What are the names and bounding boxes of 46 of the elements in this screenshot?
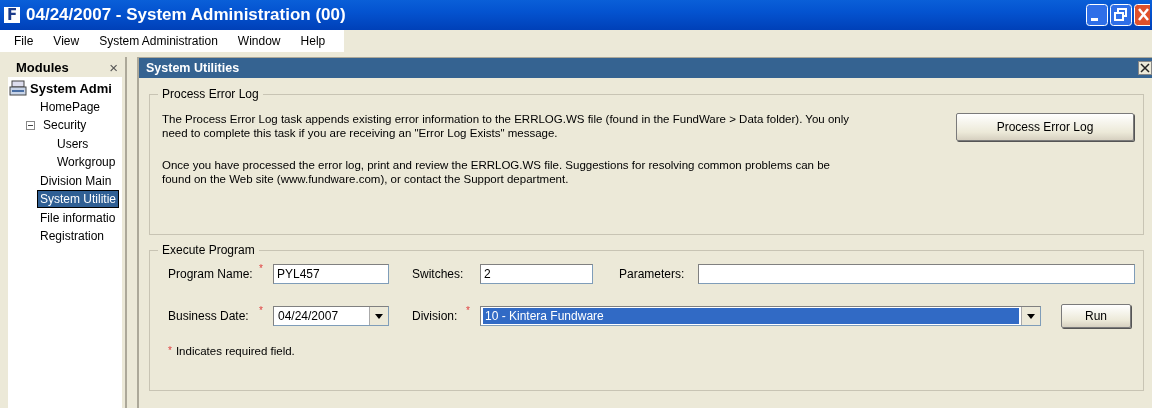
close-icon[interactable] bbox=[1138, 61, 1152, 75]
required-mark: * bbox=[168, 345, 172, 357]
required-mark: * bbox=[466, 305, 471, 317]
minimize-icon[interactable] bbox=[1086, 4, 1108, 26]
group-title: Execute Program bbox=[161, 243, 256, 257]
collapse-icon[interactable] bbox=[26, 120, 35, 130]
tree-item[interactable]: Division Main bbox=[38, 172, 114, 189]
window-title: 04/24/2007 - System Administration (00) bbox=[26, 5, 347, 25]
tree-item[interactable]: Registration bbox=[38, 228, 107, 245]
menu-item[interactable]: View bbox=[43, 34, 90, 48]
required-mark: * bbox=[259, 263, 264, 275]
tree-item[interactable]: File informatio bbox=[38, 209, 118, 226]
tree-item[interactable]: Security bbox=[41, 117, 89, 134]
pane-title: System Utilities bbox=[146, 61, 240, 75]
app-logo: F bbox=[4, 7, 20, 23]
tree-item[interactable]: Workgroup bbox=[55, 154, 118, 171]
field-label: Switches: bbox=[412, 267, 465, 281]
dropdown-arrow-icon bbox=[1027, 313, 1035, 319]
description-text: The Process Error Log task appends existing error information to the ERRLOG.WS file (found in the FundWare > Data folder). You only need to complete this task if you are receiving an "Error Log Exists" message. bbox=[162, 112, 851, 140]
tree-item[interactable]: System Utilitie bbox=[38, 191, 118, 208]
text-field[interactable]: 2 bbox=[480, 264, 593, 284]
menu-item[interactable]: Help bbox=[290, 34, 336, 48]
panel-title: Modules bbox=[16, 59, 69, 75]
process-error-log-button[interactable]: Process Error Log bbox=[956, 113, 1134, 141]
restore-icon[interactable] bbox=[1110, 4, 1132, 26]
required-note: Indicates required field. bbox=[175, 345, 295, 357]
close-panel-button[interactable]: × bbox=[109, 58, 118, 76]
menu-item[interactable]: File bbox=[4, 34, 44, 48]
text-field[interactable] bbox=[698, 264, 1135, 284]
menu-item[interactable]: Window bbox=[227, 34, 291, 48]
field-label: Business Date: bbox=[168, 309, 250, 323]
tree-item[interactable]: System Admi bbox=[28, 79, 114, 97]
description-text: Once you have processed the error log, print and review the ERRLOG.WS file. Suggestions for resolving common problems can be found on the Web site (www.fundware.com), or contact the Support department. bbox=[162, 158, 831, 186]
text-field[interactable]: PYL457 bbox=[273, 264, 389, 284]
required-mark: * bbox=[259, 305, 264, 317]
field-label: Parameters: bbox=[619, 267, 686, 281]
tree-item[interactable]: Users bbox=[55, 135, 91, 152]
field-label: Division: bbox=[412, 309, 459, 323]
dropdown-field[interactable]: 04/24/2007 bbox=[273, 306, 389, 326]
group-title: Process Error Log bbox=[161, 87, 260, 101]
menu-item[interactable]: System Administration bbox=[89, 34, 228, 48]
field-label: Program Name: bbox=[168, 267, 254, 281]
dropdown-arrow-icon bbox=[375, 313, 383, 319]
dropdown-field[interactable]: 10 - Kintera Fundware bbox=[480, 306, 1041, 326]
run-button[interactable]: Run bbox=[1061, 304, 1131, 328]
tree-item[interactable]: HomePage bbox=[38, 98, 103, 115]
